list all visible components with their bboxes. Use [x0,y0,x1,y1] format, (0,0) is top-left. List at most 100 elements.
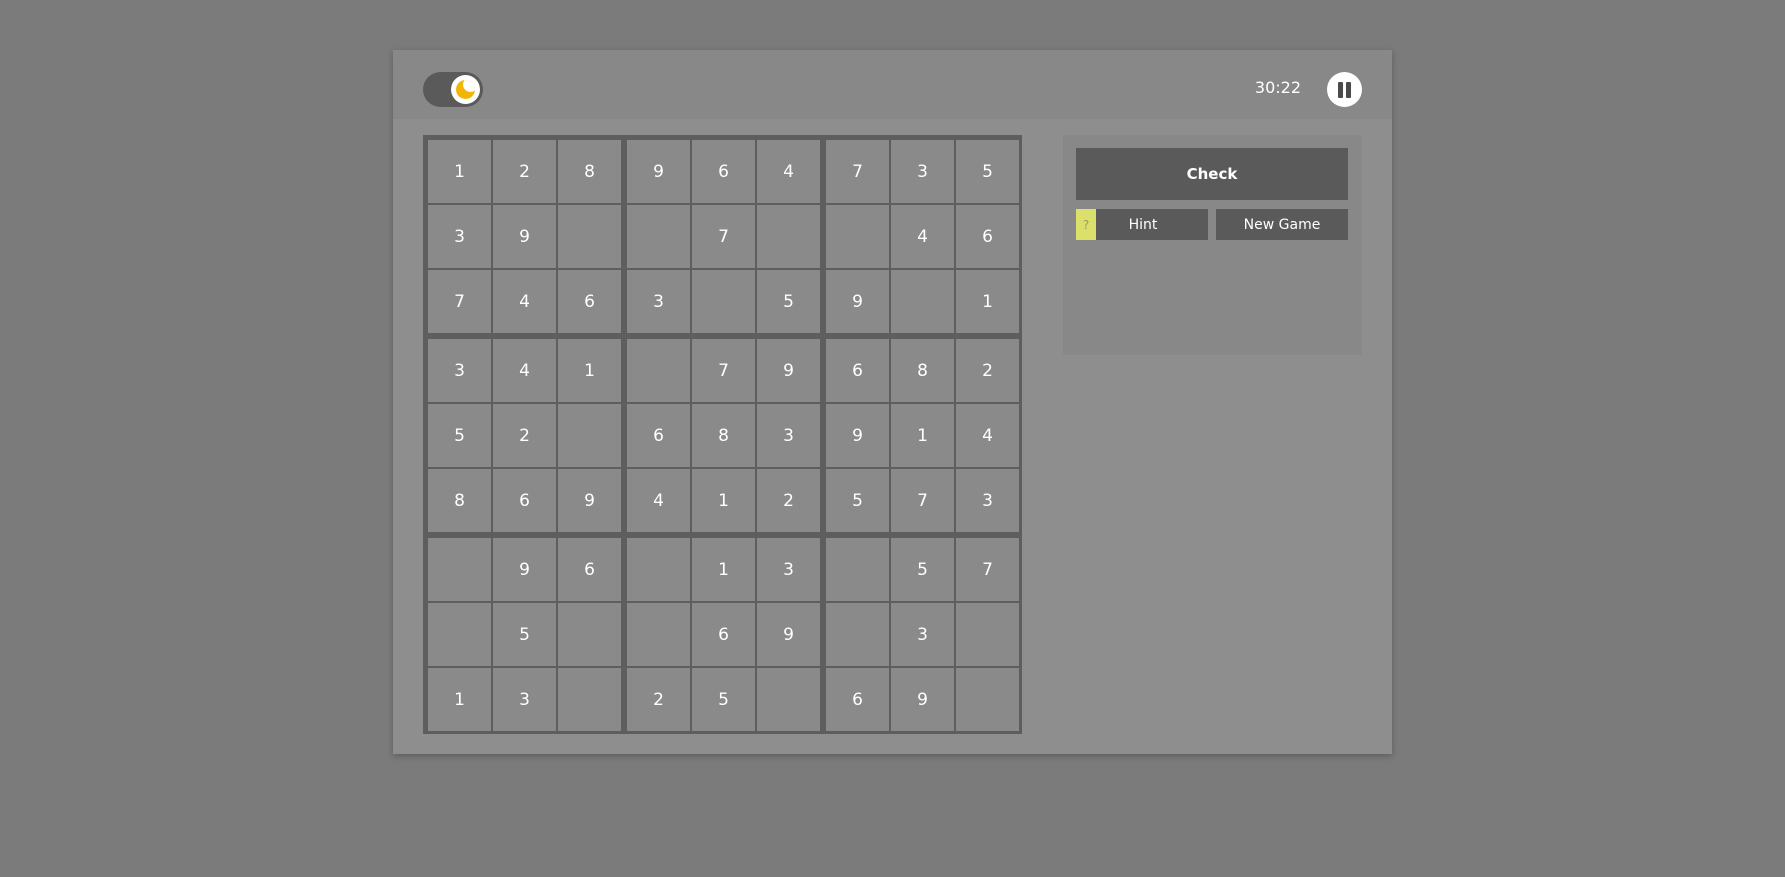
sudoku-cell[interactable]: 3 [891,603,954,666]
sudoku-cell[interactable] [692,270,755,333]
sudoku-cell[interactable] [627,339,690,402]
top-bar: 30:22 [393,50,1392,119]
sudoku-cell[interactable]: 7 [692,339,755,402]
sudoku-cell[interactable]: 7 [956,538,1019,601]
sudoku-cell[interactable]: 7 [826,140,889,203]
sudoku-cell[interactable]: 4 [493,270,556,333]
sudoku-cell[interactable]: 7 [891,469,954,532]
sudoku-cell[interactable]: 1 [891,404,954,467]
sudoku-cell[interactable]: 9 [826,404,889,467]
sudoku-cell[interactable]: 5 [493,603,556,666]
sudoku-cell[interactable]: 1 [428,668,491,731]
sudoku-cell[interactable]: 3 [627,270,690,333]
moon-icon [456,80,475,99]
sudoku-cell[interactable]: 2 [493,140,556,203]
sudoku-cell[interactable]: 5 [956,140,1019,203]
check-button[interactable]: Check [1076,148,1348,200]
theme-toggle[interactable] [423,72,483,107]
sudoku-cell[interactable]: 6 [692,603,755,666]
sudoku-cell[interactable]: 1 [692,538,755,601]
sudoku-cell[interactable]: 4 [956,404,1019,467]
sudoku-cell[interactable] [428,538,491,601]
sudoku-box: 73546 9 1 [825,139,1019,333]
sudoku-cell[interactable] [956,668,1019,731]
sudoku-cell[interactable]: 3 [891,140,954,203]
sudoku-cell[interactable] [558,205,621,268]
sudoku-cell[interactable]: 9 [493,205,556,268]
sudoku-cell[interactable]: 8 [692,404,755,467]
sudoku-board: 1283974696473573546913415286979683412682… [423,135,1022,734]
sudoku-cell[interactable]: 5 [891,538,954,601]
new-game-button[interactable]: New Game [1216,209,1348,240]
sudoku-cell[interactable]: 5 [692,668,755,731]
pause-icon [1338,82,1343,98]
sudoku-cell[interactable]: 3 [428,339,491,402]
sudoku-cell[interactable]: 3 [956,469,1019,532]
sudoku-cell[interactable]: 5 [826,469,889,532]
pause-button[interactable] [1327,72,1362,107]
sudoku-cell[interactable]: 9 [627,140,690,203]
sudoku-cell[interactable]: 5 [428,404,491,467]
sudoku-box: 57369 [825,537,1019,731]
sudoku-cell[interactable] [428,603,491,666]
sudoku-cell[interactable]: 4 [493,339,556,402]
sudoku-cell[interactable]: 2 [956,339,1019,402]
sudoku-cell[interactable]: 6 [826,668,889,731]
sudoku-cell[interactable]: 4 [757,140,820,203]
sudoku-cell[interactable]: 9 [757,339,820,402]
sudoku-cell[interactable]: 3 [757,538,820,601]
sudoku-cell[interactable]: 6 [826,339,889,402]
sudoku-cell[interactable]: 6 [558,538,621,601]
sudoku-cell[interactable]: 9 [493,538,556,601]
sudoku-cell[interactable] [627,538,690,601]
sudoku-cell[interactable]: 3 [428,205,491,268]
side-panel: Check ? Hint New Game [1063,135,1362,355]
sudoku-cell[interactable]: 9 [757,603,820,666]
sudoku-box: 682 914 573 [825,338,1019,532]
sudoku-cell[interactable] [627,603,690,666]
sudoku-cell[interactable]: 7 [692,205,755,268]
sudoku-cell[interactable]: 8 [558,140,621,203]
sudoku-cell[interactable]: 6 [692,140,755,203]
sudoku-cell[interactable]: 7 [428,270,491,333]
sudoku-cell[interactable] [558,603,621,666]
sudoku-cell[interactable]: 3 [757,404,820,467]
sudoku-cell[interactable]: 6 [956,205,1019,268]
sudoku-cell[interactable] [558,668,621,731]
hint-button[interactable]: ? Hint [1076,209,1208,240]
sudoku-cell[interactable]: 8 [891,339,954,402]
hint-badge: ? [1076,209,1096,240]
sudoku-cell[interactable] [757,205,820,268]
sudoku-cell[interactable]: 9 [891,668,954,731]
sudoku-cell[interactable] [627,205,690,268]
sudoku-cell[interactable] [826,538,889,601]
sudoku-cell[interactable]: 5 [757,270,820,333]
sudoku-cell[interactable]: 2 [757,469,820,532]
sudoku-box: 79 683 412 [626,338,820,532]
sudoku-cell[interactable]: 1 [692,469,755,532]
sudoku-cell[interactable] [826,603,889,666]
sudoku-cell[interactable]: 2 [493,404,556,467]
sudoku-cell[interactable]: 6 [493,469,556,532]
sudoku-box: 96473 5 [626,139,820,333]
sudoku-cell[interactable]: 9 [558,469,621,532]
sudoku-cell[interactable]: 2 [627,668,690,731]
sudoku-cell[interactable]: 1 [558,339,621,402]
toggle-knob [451,75,480,104]
sudoku-cell[interactable] [956,603,1019,666]
sudoku-cell[interactable]: 6 [558,270,621,333]
sudoku-cell[interactable] [558,404,621,467]
sudoku-cell[interactable]: 4 [891,205,954,268]
sudoku-cell[interactable]: 9 [826,270,889,333]
sudoku-cell[interactable]: 8 [428,469,491,532]
pause-icon [1346,82,1351,98]
sudoku-cell[interactable] [826,205,889,268]
sudoku-cell[interactable]: 1 [428,140,491,203]
sudoku-cell[interactable]: 6 [627,404,690,467]
sudoku-cell[interactable]: 1 [956,270,1019,333]
hint-label: Hint [1128,216,1158,233]
sudoku-cell[interactable] [891,270,954,333]
sudoku-cell[interactable]: 4 [627,469,690,532]
sudoku-cell[interactable] [757,668,820,731]
sudoku-cell[interactable]: 3 [493,668,556,731]
